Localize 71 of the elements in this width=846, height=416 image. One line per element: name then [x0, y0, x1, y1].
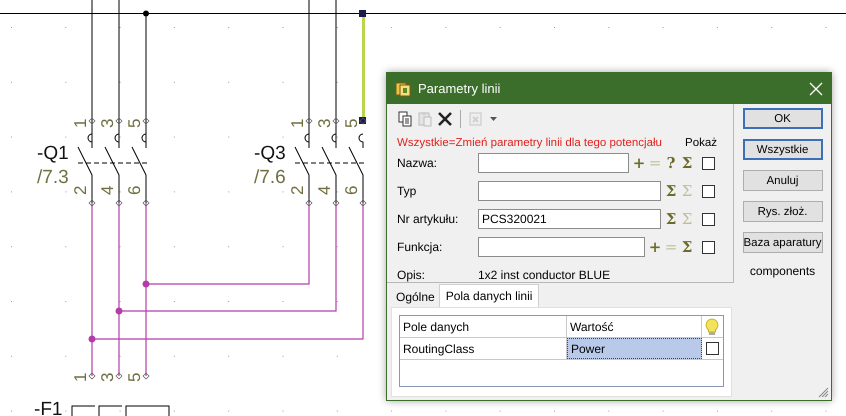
pin-number: 2 — [71, 186, 90, 195]
fuse-symbol[interactable] — [72, 372, 170, 416]
action-glyph[interactable]: Σ — [663, 182, 679, 200]
show-checkbox[interactable] — [702, 240, 715, 254]
pin-number: 3 — [315, 118, 334, 128]
action-glyph[interactable]: ? — [663, 154, 679, 172]
action-glyph[interactable]: Σ — [679, 238, 695, 256]
wire[interactable] — [118, 203, 120, 376]
dialog-button[interactable]: OK — [742, 108, 822, 129]
pin-number: 3 — [98, 372, 117, 382]
device-label: -Q3 — [254, 143, 286, 164]
dialog-button[interactable]: Rys. złoż. — [742, 201, 822, 222]
table-cell[interactable]: Power — [567, 338, 702, 359]
description-text: 1x2 inst conductor BLUE — [478, 268, 610, 282]
row-checkbox[interactable] — [706, 342, 718, 355]
field-label: Opis: — [397, 268, 426, 282]
resize-grip-icon[interactable] — [818, 387, 829, 398]
text-field[interactable] — [478, 181, 661, 201]
junction-dot — [143, 10, 149, 16]
action-glyph[interactable]: Σ — [663, 210, 679, 228]
action-glyph[interactable]: Σ — [679, 154, 695, 172]
field-label: Nazwa: — [397, 156, 438, 170]
dialog-button[interactable]: Baza aparatury — [742, 232, 822, 253]
close-icon[interactable] — [809, 82, 823, 96]
column-header: Pole danych — [400, 316, 567, 337]
text-field[interactable] — [478, 153, 629, 173]
pin-number: 5 — [342, 118, 361, 128]
device-label: -Q1 — [37, 143, 69, 164]
delete-icon[interactable] — [437, 111, 453, 127]
dialog-button[interactable]: Anuluj — [742, 170, 822, 191]
junction-dot — [116, 308, 122, 314]
pin-number: 2 — [288, 186, 307, 195]
show-checkbox[interactable] — [702, 156, 715, 170]
pin-number: 5 — [125, 372, 144, 382]
side-note: components — [750, 264, 816, 278]
cross-reference: /7.6 — [254, 167, 286, 188]
pin-number: 5 — [125, 118, 144, 128]
pin-number: 1 — [71, 372, 90, 382]
dialog-button[interactable]: Wszystkie — [742, 139, 822, 160]
pin-number: 3 — [98, 118, 117, 128]
junction-dot — [142, 280, 150, 288]
selected-wire[interactable] — [359, 10, 366, 124]
pin-number: 6 — [125, 186, 144, 195]
pin-number: 6 — [342, 186, 361, 195]
caret-icon[interactable] — [490, 117, 497, 121]
action-glyph[interactable]: + — [647, 238, 663, 256]
field-label: Typ — [397, 184, 418, 198]
field-label: Nr artykułu: — [397, 212, 460, 226]
app-icon — [395, 80, 411, 96]
text-field[interactable] — [478, 237, 645, 257]
pin-number: 4 — [315, 186, 334, 195]
pin-number: 4 — [98, 186, 117, 195]
text-field[interactable]: PCS320021 — [478, 209, 661, 229]
column-header: Pokaż — [685, 137, 717, 149]
tab[interactable]: Pola danych linii — [438, 284, 540, 307]
tab[interactable]: Ogólne — [392, 287, 439, 307]
action-glyph[interactable]: + — [631, 154, 647, 172]
field-label: Funkcja: — [397, 240, 444, 254]
wire[interactable] — [91, 203, 93, 376]
window-title: Parametry linii — [418, 81, 502, 96]
wire[interactable] — [145, 203, 147, 376]
pin-number: 1 — [71, 118, 90, 128]
pin-number: 1 — [288, 118, 307, 128]
hint-text: Wszystkie=Zmień parametry linii dla tego potencjału — [397, 137, 662, 149]
copy-icon[interactable] — [397, 111, 413, 127]
column-header: Wartość — [567, 316, 702, 337]
junction-dot — [88, 336, 96, 342]
cross-reference: /7.3 — [37, 167, 69, 188]
show-checkbox[interactable] — [702, 184, 715, 198]
device-label: -F1 — [34, 399, 62, 416]
show-checkbox[interactable] — [702, 212, 715, 226]
